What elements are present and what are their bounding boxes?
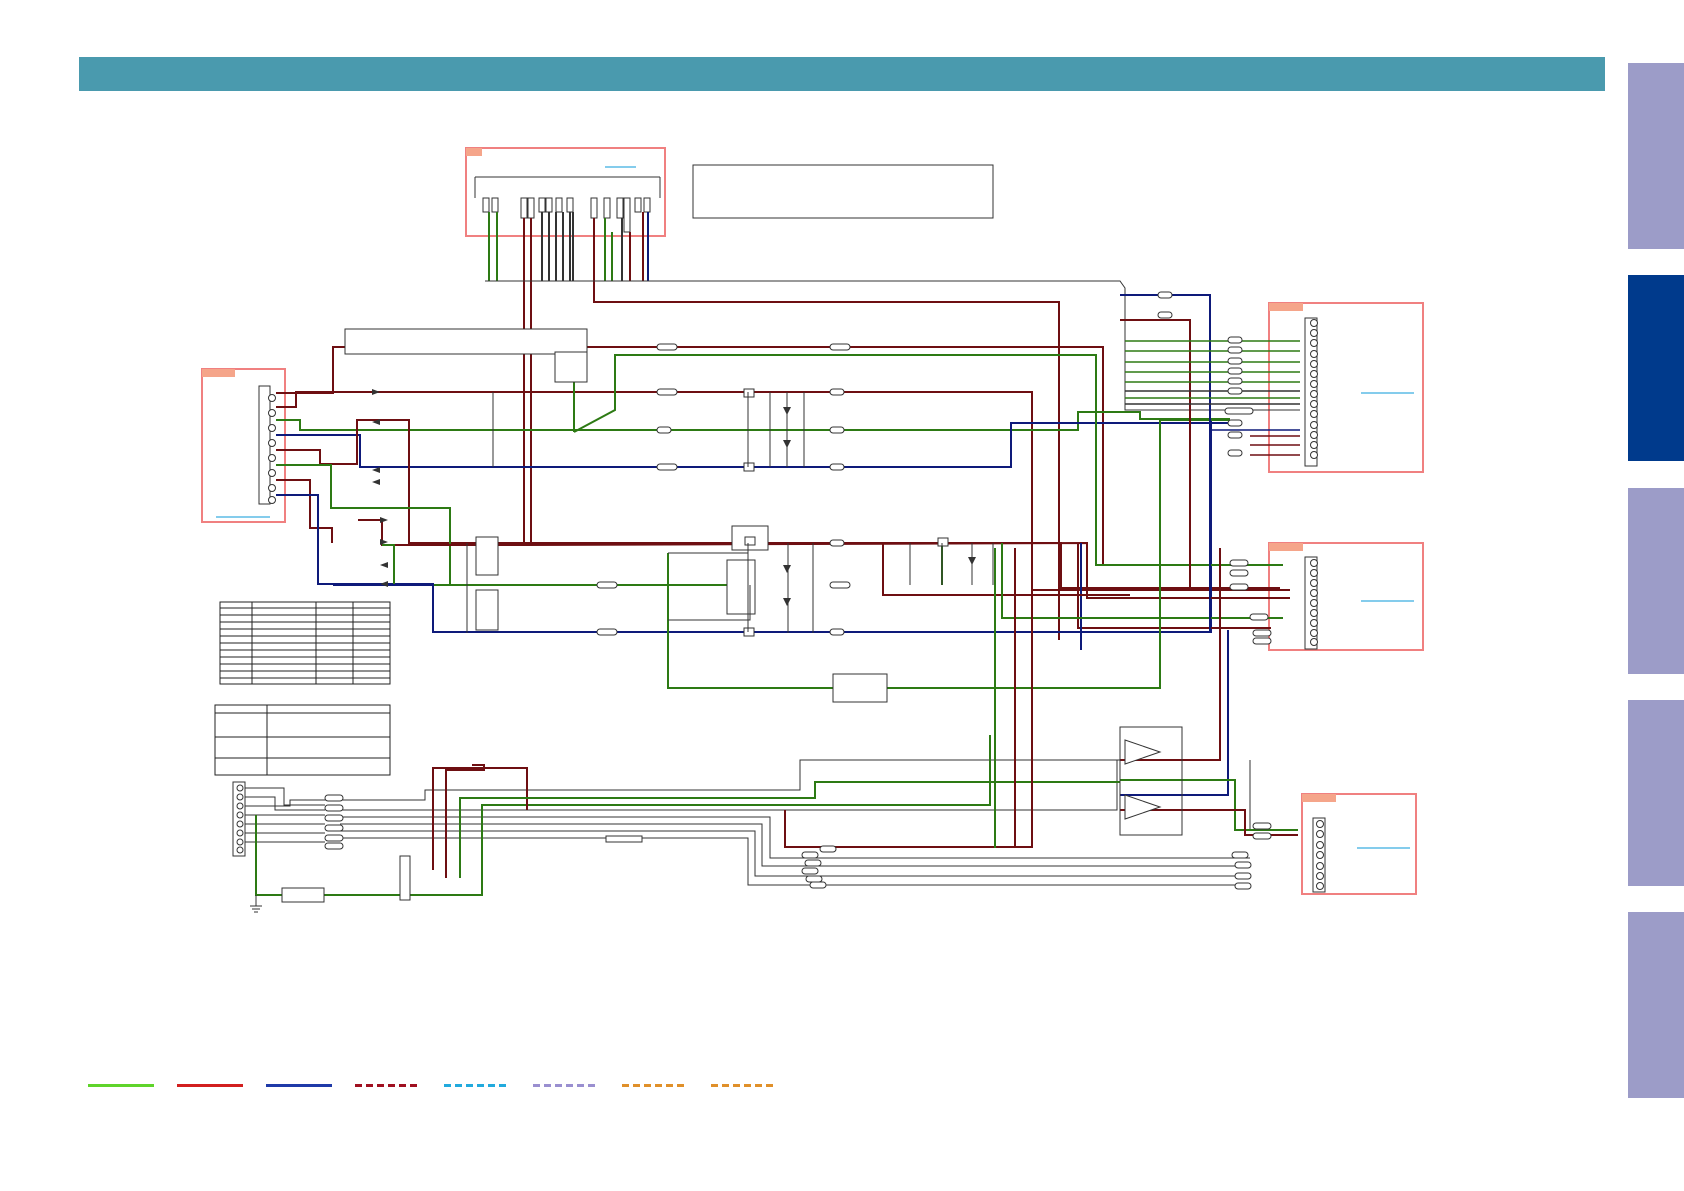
connector-right-3-tag [1302, 794, 1336, 802]
junction-4 [743, 462, 755, 472]
diodes-mid [783, 407, 976, 606]
bottom-resistors [281, 794, 1252, 903]
opamp-2 [1124, 794, 1162, 820]
right-connector-3-pins [1312, 817, 1326, 893]
legend-blue-solid [266, 1084, 332, 1087]
junction-2 [937, 537, 949, 547]
legend-orange-dashed [622, 1084, 688, 1087]
spec-table-2 [214, 704, 391, 776]
schematic-diagram [201, 147, 1424, 913]
junction-1 [744, 536, 756, 546]
connector-right-2 [1268, 542, 1424, 651]
bottom-left-connector [232, 781, 246, 857]
right-connector-1-pins [1304, 317, 1318, 467]
legend-darkred-dashed [355, 1084, 421, 1087]
legend-violet-dashed [533, 1084, 599, 1087]
spec-table-1 [219, 601, 391, 685]
legend-cyan-dashed [444, 1084, 510, 1087]
ground-icon [250, 895, 262, 913]
cap-block-top [554, 351, 588, 383]
junction-5 [743, 627, 755, 637]
left-connector-pins [258, 385, 276, 505]
regulator-block-top [344, 328, 588, 355]
connector-top-tag [466, 148, 482, 156]
reg-block-1 [475, 536, 499, 576]
rail-resistors [596, 291, 1173, 636]
connector-right-2-tag [1269, 543, 1303, 551]
connector-right-1 [1268, 302, 1424, 473]
reg-block-4 [726, 559, 756, 615]
reg-block-2 [475, 589, 499, 631]
legend-red-solid [177, 1084, 243, 1087]
junction-3 [743, 388, 755, 398]
top-connector-pins [474, 176, 661, 233]
filter-block [832, 673, 888, 703]
connector-top [465, 147, 666, 237]
connector-left-tag [202, 369, 235, 377]
legend-green-solid [88, 1084, 154, 1087]
legend-orange2-dashed [711, 1084, 777, 1087]
note-box [692, 164, 994, 219]
right-connector-2-pins [1304, 556, 1318, 650]
connector-right-1-tag [1269, 303, 1303, 311]
